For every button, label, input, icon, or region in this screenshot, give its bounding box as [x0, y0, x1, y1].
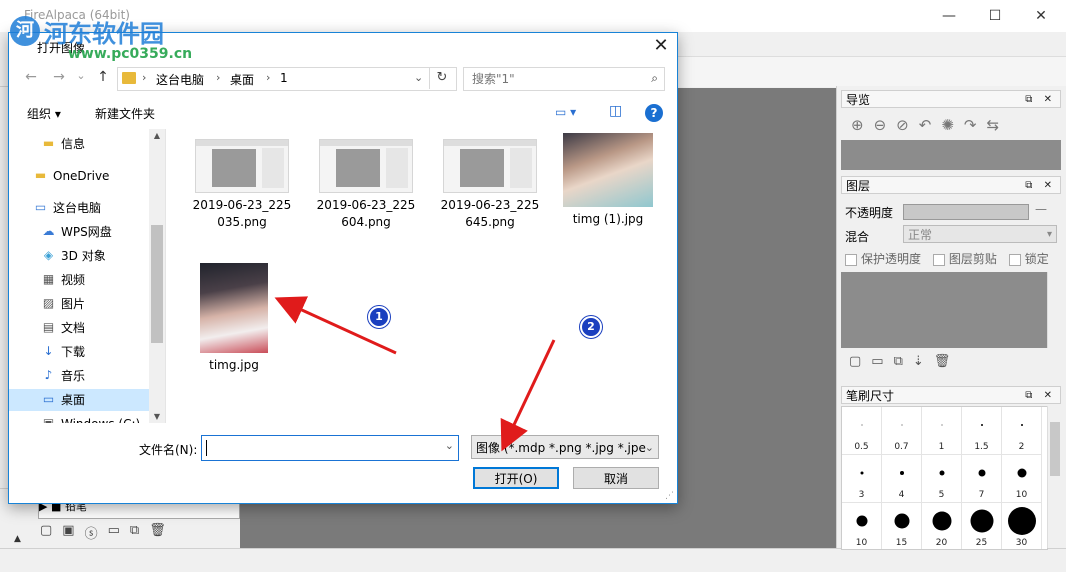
annotation-arrows — [274, 296, 556, 452]
watermark-logo-icon: 河 — [10, 16, 40, 46]
step-badge-1: 1 — [368, 306, 390, 328]
watermark-url: www.pc0359.cn — [68, 46, 193, 62]
step-badge-2: 2 — [580, 316, 602, 338]
watermark-name: 河东软件园 — [44, 19, 164, 48]
arrow-to-filetype — [500, 339, 556, 452]
